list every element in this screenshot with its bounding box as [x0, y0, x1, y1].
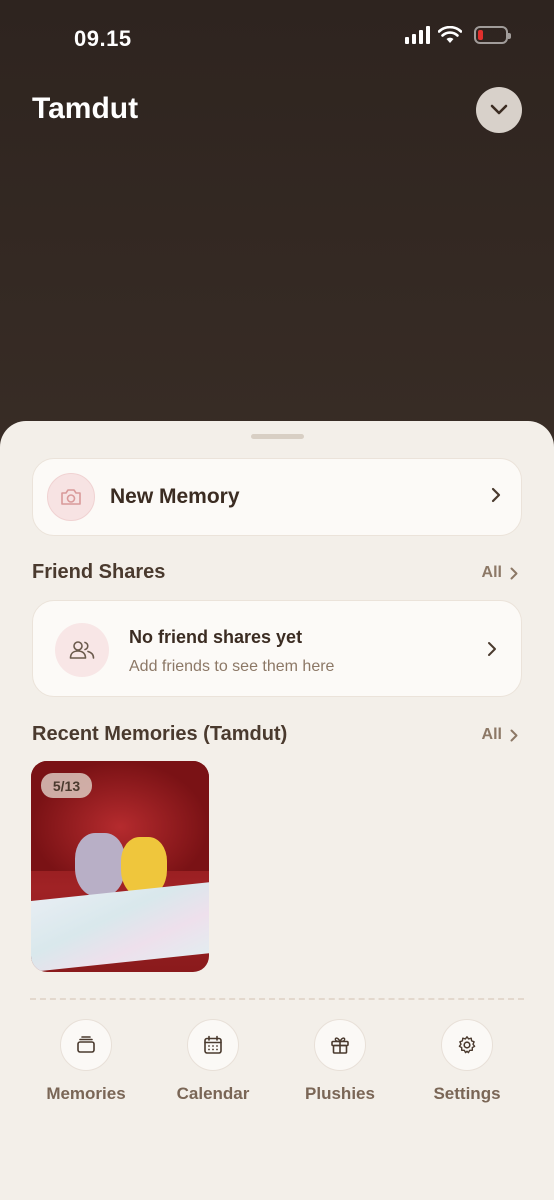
chevron-right-icon — [491, 487, 501, 503]
chevron-right-icon — [510, 729, 518, 741]
recent-memories-title: Recent Memories (Tamdut) — [32, 723, 288, 745]
friend-shares-title: Friend Shares — [32, 561, 166, 583]
page-title: Tamdut — [32, 92, 139, 125]
tab-bar: Memories Calendar Plushies Settings — [0, 1019, 554, 1119]
tab-memories[interactable]: Memories — [31, 1019, 141, 1104]
battery-icon — [474, 26, 511, 44]
tab-settings-label: Settings — [433, 1084, 501, 1103]
new-memory-button[interactable]: New Memory — [32, 458, 522, 536]
stack-icon — [77, 1036, 95, 1053]
recent-memories-all-link[interactable]: All — [482, 726, 518, 744]
cellular-signal-icon — [405, 26, 430, 44]
tab-calendar-label: Calendar — [176, 1084, 250, 1103]
friend-shares-empty-title: No friend shares yet — [129, 627, 303, 647]
friends-icon — [69, 641, 95, 659]
status-bar: 09.15 — [0, 0, 554, 72]
collapse-button[interactable] — [476, 87, 522, 133]
new-memory-label: New Memory — [110, 485, 240, 508]
calendar-icon — [204, 1035, 222, 1054]
memory-date-badge: 5/13 — [41, 773, 92, 798]
friend-shares-all-link[interactable]: All — [482, 564, 518, 582]
bottom-sheet: New Memory Friend Shares All No friend s… — [0, 421, 554, 1200]
wifi-icon — [438, 26, 462, 43]
photo-cards-image — [31, 882, 209, 972]
tab-calendar[interactable]: Calendar — [158, 1019, 268, 1104]
camera-icon — [61, 489, 81, 505]
plush-cat-image — [75, 833, 125, 897]
gift-icon — [331, 1037, 349, 1054]
tab-plushies[interactable]: Plushies — [285, 1019, 395, 1104]
friend-shares-all-label: All — [481, 564, 502, 581]
divider — [30, 998, 524, 1000]
tab-memories-label: Memories — [46, 1084, 126, 1103]
tab-plushies-label: Plushies — [305, 1084, 375, 1103]
friends-icon-circle — [55, 623, 109, 677]
recent-memories-all-label: All — [481, 726, 502, 743]
camera-icon-circle — [47, 473, 95, 521]
gear-icon — [458, 1036, 476, 1054]
chevron-right-icon — [510, 567, 518, 579]
memory-thumbnail[interactable]: 5/13 — [31, 761, 209, 972]
chevron-right-icon — [487, 641, 497, 657]
chevron-down-icon — [490, 104, 508, 115]
tab-settings[interactable]: Settings — [412, 1019, 522, 1104]
sheet-grabber[interactable] — [251, 434, 304, 439]
friend-shares-empty-subtitle: Add friends to see them here — [129, 658, 335, 675]
status-icons — [405, 26, 511, 44]
status-time: 09.15 — [74, 26, 132, 51]
friend-shares-empty-card[interactable]: No friend shares yet Add friends to see … — [32, 600, 522, 697]
